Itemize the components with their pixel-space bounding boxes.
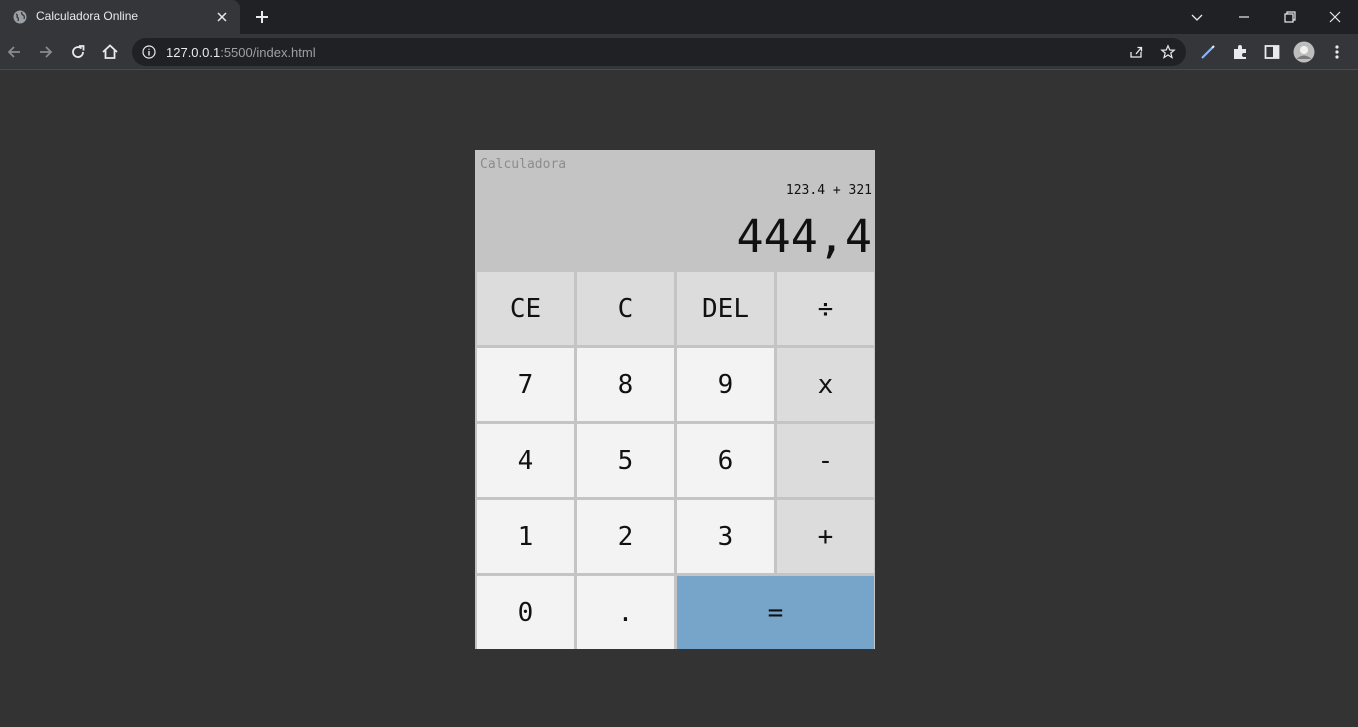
digit-2-button[interactable]: 2 (577, 500, 674, 573)
digit-6-button[interactable]: 6 (677, 424, 774, 497)
browser-tab[interactable]: Calculadora Online (0, 0, 240, 34)
digit-9-button[interactable]: 9 (677, 348, 774, 421)
home-icon[interactable] (100, 42, 120, 62)
multiply-button[interactable]: x (777, 348, 874, 421)
avatar[interactable] (1293, 41, 1315, 63)
result-display: 444,4 (736, 210, 872, 263)
url-text[interactable]: 127.0.0.1:5500/index.html (166, 45, 316, 60)
side-panel-icon[interactable] (1262, 42, 1282, 62)
digit-8-button[interactable]: 8 (577, 348, 674, 421)
clear-entry-button[interactable]: CE (477, 272, 574, 345)
divide-button[interactable]: ÷ (777, 272, 874, 345)
keypad: CE C DEL ÷ 7 8 9 x 4 5 6- 1 2 3 +0. = (477, 272, 874, 649)
more-vert-icon[interactable] (1327, 42, 1347, 62)
reload-icon[interactable] (68, 42, 88, 62)
plus-icon[interactable] (253, 8, 271, 26)
url-path: :5500/index.html (220, 45, 316, 60)
expression-display: 123.4 + 321 (785, 183, 872, 198)
close-icon[interactable] (214, 9, 230, 25)
globe-icon (13, 10, 27, 24)
digit-0-button[interactable]: 0 (477, 576, 574, 649)
star-icon[interactable] (1160, 44, 1176, 60)
url-host: 127.0.0.1 (166, 45, 221, 60)
info-icon[interactable] (142, 45, 156, 59)
digit-5-button[interactable]: 5 (577, 424, 674, 497)
digit-1-button[interactable]: 1 (477, 500, 574, 573)
equals-button[interactable]: = (677, 576, 874, 649)
decimal-point-button[interactable]: . (577, 576, 674, 649)
calculator: Calculadora 123.4 + 321 444,4 CE C DEL ÷ 7 8 9… (475, 150, 875, 649)
tab-title: Calculadora Online (36, 9, 139, 23)
digit-7-button[interactable]: 7 (477, 348, 574, 421)
restore-icon[interactable] (1280, 7, 1300, 27)
subtract-button[interactable]: - (777, 424, 874, 497)
puzzle-icon[interactable] (1230, 42, 1250, 62)
chevron-down-icon[interactable] (1187, 7, 1207, 27)
add-button[interactable]: + (777, 500, 874, 573)
arrow-right-icon[interactable] (36, 42, 56, 62)
pen-icon[interactable] (1198, 42, 1218, 62)
address-bar[interactable]: 127.0.0.1:5500/index.html (132, 38, 1186, 66)
calculator-title: Calculadora (480, 157, 567, 172)
browser-tab-bar: Calculadora Online (0, 0, 1358, 34)
minimize-icon[interactable] (1234, 7, 1254, 27)
digit-3-button[interactable]: 3 (677, 500, 774, 573)
digit-4-button[interactable]: 4 (477, 424, 574, 497)
browser-toolbar: 127.0.0.1:5500/index.html (0, 34, 1358, 70)
close-icon[interactable] (1325, 7, 1345, 27)
share-icon[interactable] (1128, 44, 1144, 60)
clear-button[interactable]: C (577, 272, 674, 345)
arrow-left-icon[interactable] (4, 42, 24, 62)
delete-button[interactable]: DEL (677, 272, 774, 345)
